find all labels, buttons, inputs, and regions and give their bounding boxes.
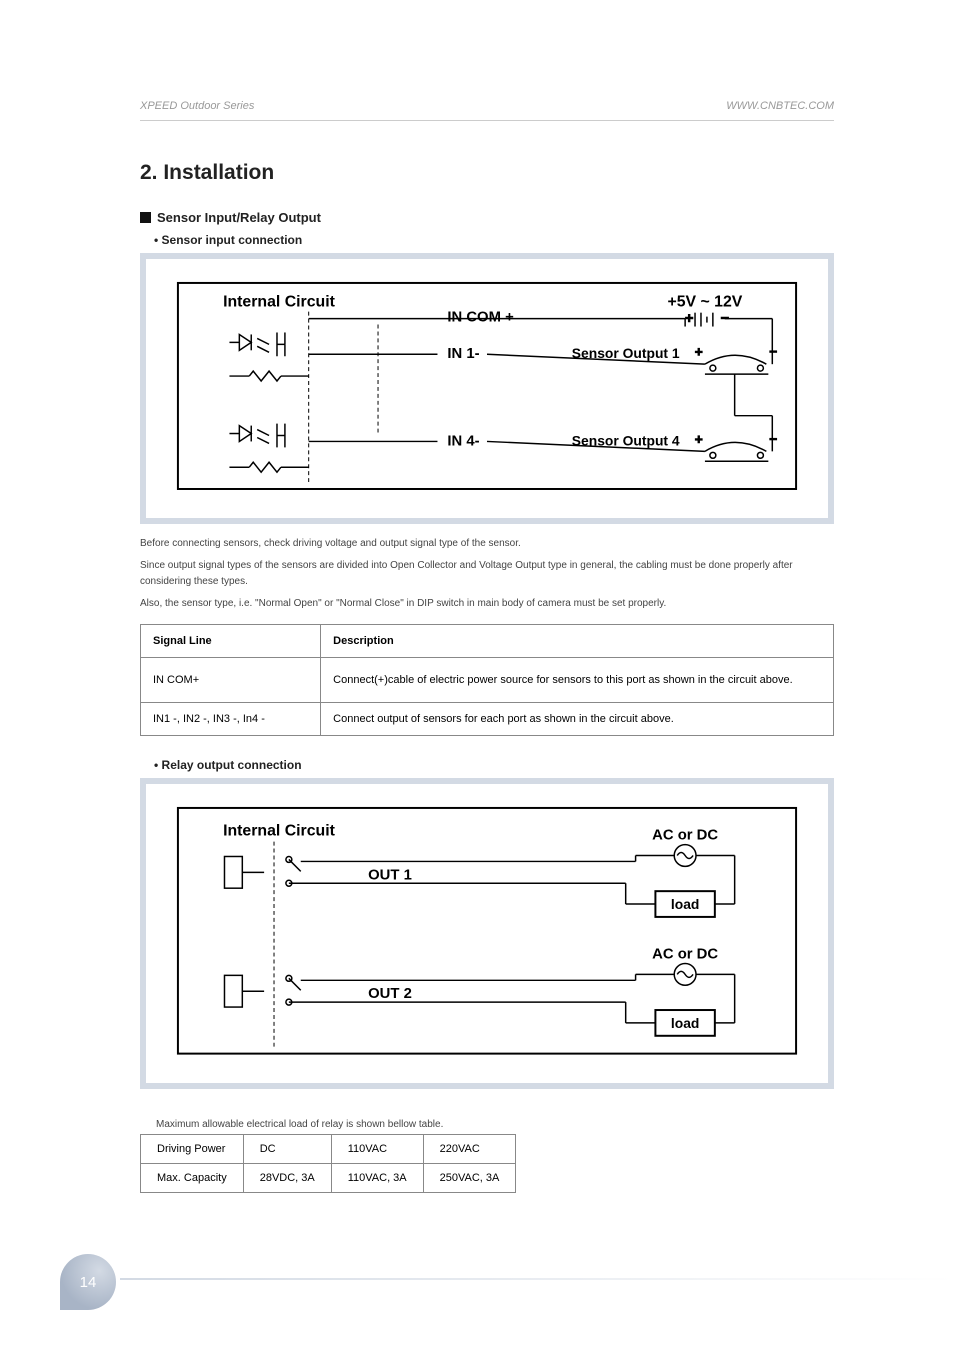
col-220vac: 220VAC	[423, 1134, 516, 1163]
page-number-badge: 14	[60, 1254, 116, 1310]
footer-divider	[120, 1278, 954, 1280]
svg-text:+: +	[695, 431, 703, 446]
svg-text:OUT 2: OUT 2	[368, 986, 412, 1002]
col-110vac: 110VAC	[331, 1134, 423, 1163]
svg-text:+: +	[685, 310, 693, 326]
cell-incom: IN COM+	[141, 657, 321, 702]
svg-text:+5V ~ 12V: +5V ~ 12V	[667, 294, 742, 311]
cell-220-val: 250VAC, 3A	[423, 1163, 516, 1192]
section-title-text: Sensor Input/Relay Output	[157, 210, 321, 225]
cell-in-ports: IN1 -, IN2 -, IN3 -, In4 -	[141, 703, 321, 736]
subsection-relay-output: • Relay output connection	[154, 758, 834, 772]
note-1: Before connecting sensors, check driving…	[140, 536, 834, 552]
sensor-input-diagram: Internal Circuit IN COM + IN 1- IN 4-	[140, 253, 834, 524]
table-row: Signal Line Description	[141, 624, 834, 657]
svg-text:−: −	[769, 344, 777, 359]
svg-text:Internal Circuit: Internal Circuit	[223, 823, 336, 840]
svg-text:+: +	[695, 344, 703, 359]
svg-text:AC or DC: AC or DC	[652, 828, 718, 844]
sensor-input-svg: Internal Circuit IN COM + IN 1- IN 4-	[170, 277, 804, 495]
square-bullet-icon	[140, 212, 151, 223]
signal-line-table: Signal Line Description IN COM+ Connect(…	[140, 624, 834, 736]
svg-text:load: load	[671, 896, 699, 912]
page-header: XPEED Outdoor Series WWW.CNBTEC.COM	[140, 100, 834, 121]
col-signal-line: Signal Line	[141, 624, 321, 657]
col-description: Description	[321, 624, 834, 657]
col-dc: DC	[243, 1134, 331, 1163]
svg-text:−: −	[769, 431, 777, 446]
table-row: Max. Capacity 28VDC, 3A 110VAC, 3A 250VA…	[141, 1163, 516, 1192]
relay-table-note: Maximum allowable electrical load of rel…	[156, 1119, 834, 1130]
table-row: Driving Power DC 110VAC 220VAC	[141, 1134, 516, 1163]
table-row: IN1 -, IN2 -, IN3 -, In4 - Connect outpu…	[141, 703, 834, 736]
relay-capacity-table: Driving Power DC 110VAC 220VAC Max. Capa…	[140, 1134, 516, 1193]
svg-text:OUT 1: OUT 1	[368, 867, 412, 883]
svg-text:Internal Circuit: Internal Circuit	[223, 294, 336, 311]
note-3: Also, the sensor type, i.e. "Normal Open…	[140, 596, 834, 612]
subsection-sensor-input: • Sensor input connection	[154, 233, 834, 247]
cell-dc-val: 28VDC, 3A	[243, 1163, 331, 1192]
svg-text:IN 1-: IN 1-	[447, 346, 479, 362]
cell-110-val: 110VAC, 3A	[331, 1163, 423, 1192]
header-right: WWW.CNBTEC.COM	[726, 100, 834, 112]
relay-output-diagram: Internal Circuit OUT 1 OUT 2 AC or DC lo…	[140, 778, 834, 1089]
cell-max-capacity: Max. Capacity	[141, 1163, 244, 1192]
page-title: 2. Installation	[140, 161, 834, 185]
svg-text:IN 4-: IN 4-	[447, 433, 479, 449]
note-2: Since output signal types of the sensors…	[140, 558, 834, 590]
cell-incom-desc: Connect(+)cable of electric power source…	[321, 657, 834, 702]
svg-text:load: load	[671, 1015, 699, 1031]
cell-in-ports-desc: Connect output of sensors for each port …	[321, 703, 834, 736]
page-number: 14	[80, 1274, 97, 1291]
header-left: XPEED Outdoor Series	[140, 100, 254, 112]
svg-text:−: −	[721, 310, 729, 326]
col-driving-power: Driving Power	[141, 1134, 244, 1163]
table-row: IN COM+ Connect(+)cable of electric powe…	[141, 657, 834, 702]
relay-output-svg: Internal Circuit OUT 1 OUT 2 AC or DC lo…	[170, 802, 804, 1060]
svg-text:AC or DC: AC or DC	[652, 947, 718, 963]
section-heading: Sensor Input/Relay Output	[140, 210, 834, 225]
svg-text:IN COM +: IN COM +	[447, 310, 514, 326]
